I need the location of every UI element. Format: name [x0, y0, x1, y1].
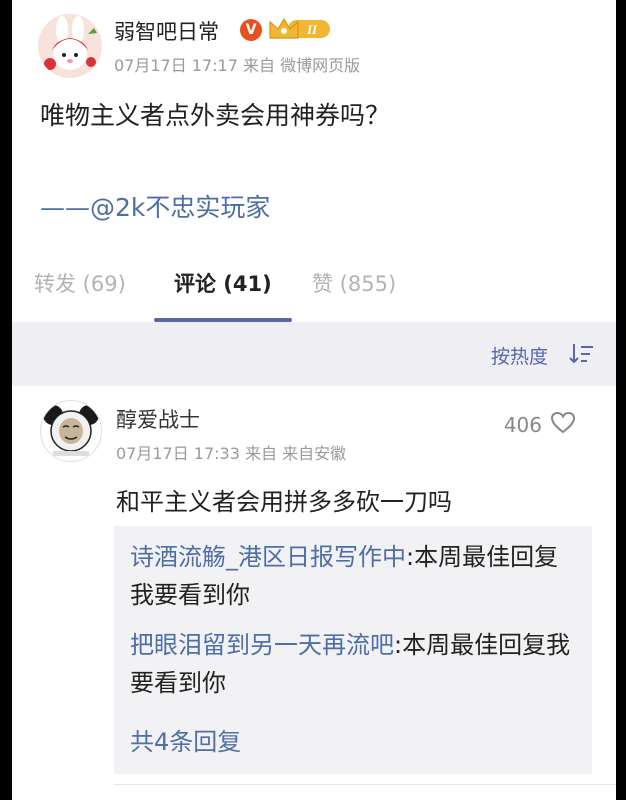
strawberry-rabbit-avatar-icon — [38, 14, 102, 78]
post-header: 弱智吧日常 V II 07月17日 17:17 来自 微博网页版 — [12, 0, 616, 90]
panda-meme-avatar-icon — [41, 401, 101, 461]
reply-box[interactable]: 诗酒流觞_港区日报写作中:本周最佳回复我要看到你 把眼泪留到另一天再流吧:本周最… — [114, 526, 592, 774]
comment-meta: 07月17日 17:33 来自 来自安徽 — [116, 444, 347, 463]
view-all-replies-link[interactable]: 共4条回复 — [130, 722, 241, 757]
tab-reposts[interactable]: 转发 (69) — [34, 268, 126, 298]
reply-item[interactable]: 把眼泪留到另一天再流吧:本周最佳回复我要看到你 — [130, 626, 580, 702]
comment-like-count: 406 — [503, 413, 542, 437]
author-avatar[interactable] — [38, 14, 102, 78]
tab-comments[interactable]: 评论 (41) — [174, 268, 272, 298]
sort-bar: 按热度 — [12, 322, 616, 386]
post-meta: 07月17日 17:17 来自 微博网页版 — [114, 56, 361, 75]
comment-text: 和平主义者会用拼多多砍一刀吗 — [116, 488, 452, 516]
commenter-avatar[interactable] — [40, 400, 102, 462]
sort-icon[interactable] — [568, 342, 594, 366]
crown-level-text: II — [306, 22, 318, 37]
tab-likes[interactable]: 赞 (855) — [312, 268, 396, 298]
divider — [114, 784, 616, 785]
crown-level-badge-icon: II — [268, 16, 332, 42]
post-body: 唯物主义者点外卖会用神券吗？ ——@2k不忠实玩家 — [40, 98, 600, 224]
post-author-name[interactable]: 弱智吧日常 — [114, 16, 219, 46]
sort-by-hot-button[interactable]: 按热度 — [491, 342, 548, 369]
tab-bar: 转发 (69) 评论 (41) 赞 (855) — [12, 246, 616, 322]
reply-author[interactable]: 诗酒流觞_港区日报写作中 — [130, 543, 406, 571]
weibo-post-screen: 弱智吧日常 V II 07月17日 17:17 来自 微博网页版 唯物主义者点外… — [12, 0, 616, 800]
reply-item[interactable]: 诗酒流觞_港区日报写作中:本周最佳回复我要看到你 — [130, 538, 580, 614]
reply-author[interactable]: 把眼泪留到另一天再流吧 — [130, 631, 394, 659]
commenter-name[interactable]: 醇爱战士 — [116, 404, 200, 434]
heart-icon[interactable] — [550, 411, 576, 435]
post-text: 唯物主义者点外卖会用神券吗？ — [40, 101, 391, 130]
post-mention-link[interactable]: ——@2k不忠实玩家 — [40, 188, 600, 224]
verified-badge-icon: V — [240, 19, 262, 41]
comment-item: 醇爱战士 07月17日 17:33 来自 来自安徽 406 和平主义者会用拼多多… — [12, 386, 616, 800]
